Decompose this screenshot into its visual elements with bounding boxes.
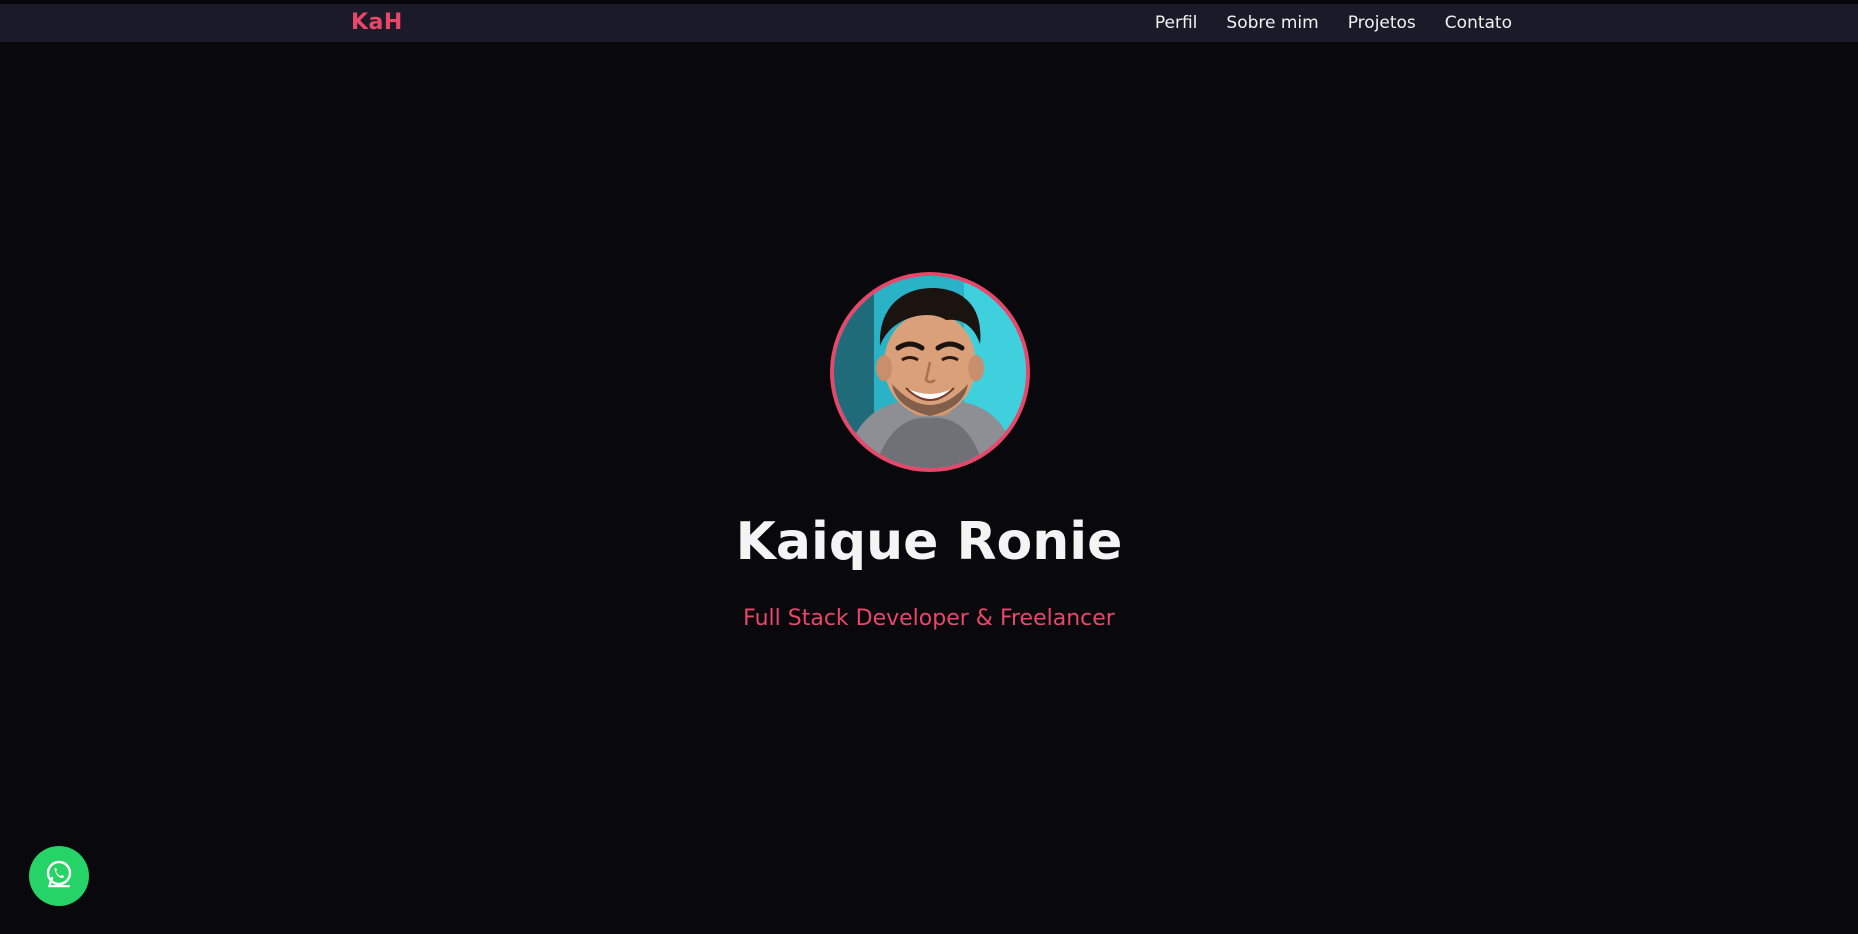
nav-link-contato[interactable]: Contato bbox=[1445, 13, 1512, 33]
nav-link-sobre-mim[interactable]: Sobre mim bbox=[1226, 13, 1318, 33]
nav-link-projetos[interactable]: Projetos bbox=[1348, 13, 1416, 33]
whatsapp-button[interactable] bbox=[29, 846, 89, 906]
logo-link[interactable]: KaH bbox=[351, 10, 403, 35]
main-nav: Perfil Sobre mim Projetos Contato bbox=[1126, 13, 1512, 33]
profile-avatar bbox=[830, 272, 1030, 472]
hero-subtitle: Full Stack Developer & Freelancer bbox=[743, 606, 1115, 631]
whatsapp-icon bbox=[44, 859, 74, 893]
hero-section bbox=[0, 42, 1858, 934]
nav-link-perfil[interactable]: Perfil bbox=[1155, 13, 1198, 33]
hero-name: Kaique Ronie bbox=[735, 512, 1123, 572]
top-navbar: KaH Perfil Sobre mim Projetos Contato bbox=[0, 0, 1858, 42]
avatar-image bbox=[834, 276, 1026, 468]
